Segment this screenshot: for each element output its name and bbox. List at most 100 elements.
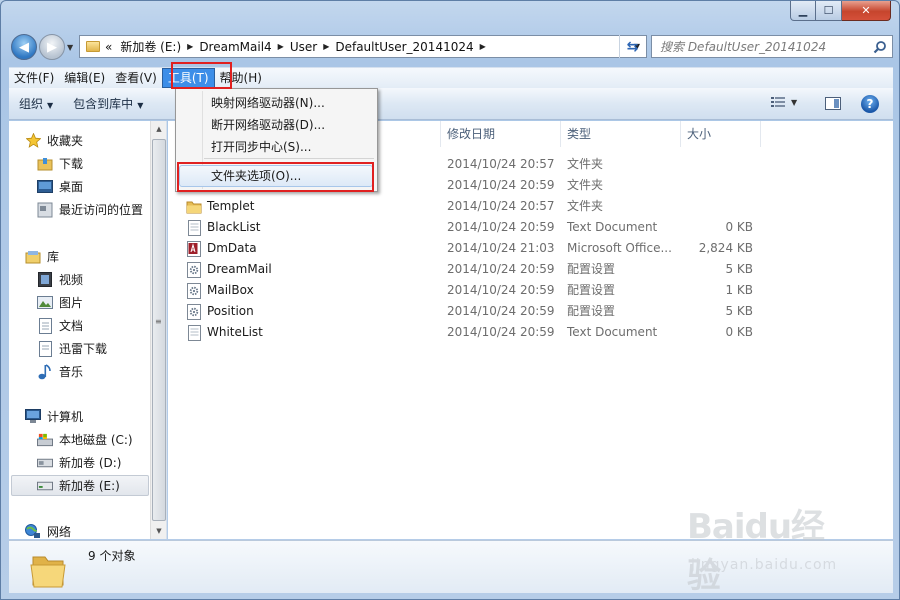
forward-button[interactable]: ▶ xyxy=(39,34,65,60)
organize-button[interactable]: 组织 ▼ xyxy=(9,95,63,112)
file-name-cell: Position xyxy=(186,301,254,322)
change-view-button[interactable]: ▼ xyxy=(771,96,797,108)
back-button[interactable]: ◀ xyxy=(11,34,37,60)
nav-item-label: 本地磁盘 (C:) xyxy=(59,433,133,447)
file-type: 配置设置 xyxy=(567,304,616,318)
nav-item-videos[interactable]: 视频 xyxy=(37,269,166,290)
menu-item-map-network-drive[interactable]: 映射网络驱动器(N)... xyxy=(211,93,325,113)
nav-item-recent-places[interactable]: 最近访问的位置 xyxy=(37,199,166,220)
breadcrumb-separator-icon[interactable]: ▶ xyxy=(480,42,486,51)
refresh-button[interactable]: ⇆ xyxy=(619,35,645,58)
file-size: 2,824 KB xyxy=(698,241,753,255)
help-button[interactable]: ? xyxy=(861,95,879,113)
file-modified-date: 2014/10/24 20:59 xyxy=(447,325,555,339)
file-size: 0 KB xyxy=(725,220,753,234)
scrollbar-thumb[interactable] xyxy=(152,139,166,521)
menu-edit[interactable]: 编辑(E) xyxy=(59,68,110,88)
nav-network-label: 网络 xyxy=(47,525,72,539)
caret-down-icon: ▼ xyxy=(791,97,798,107)
nav-item-label: 迅雷下载 xyxy=(59,342,108,356)
file-type: Text Document xyxy=(567,220,658,234)
nav-item-desktop[interactable]: 桌面 xyxy=(37,176,166,197)
breadcrumb-separator-icon[interactable]: ▶ xyxy=(278,42,284,51)
maximize-button[interactable]: ☐ xyxy=(816,1,842,21)
file-size: 5 KB xyxy=(725,262,753,276)
breadcrumb-defaultuser[interactable]: DefaultUser_20141024 xyxy=(335,40,473,54)
nav-item-thunder-downloads[interactable]: 迅雷下载 xyxy=(37,338,166,359)
file-row[interactable]: Templet 2014/10/24 20:57 文件夹 xyxy=(168,196,893,217)
column-header-spacer xyxy=(760,121,893,147)
nav-item-drive-c[interactable]: 本地磁盘 (C:) xyxy=(37,429,166,450)
recent-pages-dropdown[interactable]: ▼ xyxy=(67,43,73,52)
file-name-cell: BlackList xyxy=(186,217,260,238)
document-library-icon xyxy=(37,317,53,334)
navigation-scrollbar[interactable]: ▲ ≡ ▼ xyxy=(150,121,166,539)
file-name: DmData xyxy=(207,241,257,255)
nav-item-documents[interactable]: 文档 xyxy=(37,315,166,336)
file-size: 0 KB xyxy=(725,325,753,339)
item-count: 9 个对象 xyxy=(88,549,136,563)
scroll-up-arrow-icon[interactable]: ▲ xyxy=(151,121,166,137)
file-row[interactable]: DreamMail 2014/10/24 20:59 配置设置 5 KB xyxy=(168,259,893,280)
search-icon[interactable] xyxy=(868,40,892,54)
command-bar: 组织 ▼ 包含到库中 ▼ ▼ ? xyxy=(9,88,893,120)
nav-favorites[interactable]: 收藏夹 xyxy=(25,130,165,151)
file-name: DreamMail xyxy=(207,262,272,276)
file-name: MailBox xyxy=(207,283,254,297)
address-bar[interactable]: « 新加卷 (E:) ▶ DreamMail4 ▶ User ▶ Default… xyxy=(79,35,647,58)
file-row[interactable]: DmData 2014/10/24 21:03 Microsoft Office..… xyxy=(168,238,893,259)
file-row[interactable]: WhiteList 2014/10/24 20:59 Text Document 0 … xyxy=(168,322,893,343)
details-view-icon xyxy=(771,97,785,107)
nav-network[interactable]: 网络 xyxy=(25,521,165,539)
breadcrumb-separator-icon[interactable]: ▶ xyxy=(187,42,193,51)
file-row[interactable]: Position 2014/10/24 20:59 配置设置 5 KB xyxy=(168,301,893,322)
file-name: Position xyxy=(207,304,254,318)
downloads-folder-icon xyxy=(37,156,53,172)
access-db-icon xyxy=(186,240,202,257)
document-library-icon xyxy=(37,340,53,357)
folder-icon xyxy=(186,199,202,215)
search-box[interactable]: 搜索 DefaultUser_20141024 xyxy=(651,35,893,58)
column-header-type[interactable]: 类型 xyxy=(560,121,680,147)
menu-view[interactable]: 查看(V) xyxy=(110,68,162,88)
minimize-button[interactable]: ▁ xyxy=(790,1,816,21)
preview-pane-button[interactable] xyxy=(825,97,841,110)
nav-item-music[interactable]: 音乐 xyxy=(37,361,166,382)
file-modified-date: 2014/10/24 20:59 xyxy=(447,220,555,234)
nav-computer[interactable]: 计算机 xyxy=(25,406,165,427)
address-overflow[interactable]: « xyxy=(105,40,112,54)
menu-item-disconnect-network-drive[interactable]: 断开网络驱动器(D)... xyxy=(211,115,325,135)
file-row[interactable]: BlackList 2014/10/24 20:59 Text Document 0 … xyxy=(168,217,893,238)
nav-item-drive-d[interactable]: 新加卷 (D:) xyxy=(37,452,166,473)
library-icon xyxy=(25,249,41,265)
file-modified-date: 2014/10/24 20:59 xyxy=(447,178,555,192)
menu-item-open-sync-center[interactable]: 打开同步中心(S)... xyxy=(211,137,311,157)
computer-icon xyxy=(25,409,41,425)
file-modified-date: 2014/10/24 21:03 xyxy=(447,241,555,255)
breadcrumb-drive-e[interactable]: 新加卷 (E:) xyxy=(120,38,181,55)
menu-file[interactable]: 文件(F) xyxy=(9,68,59,88)
navigation-row: ◀ ▶ ▼ « 新加卷 (E:) ▶ DreamMail4 ▶ User ▶ D… xyxy=(9,32,893,62)
network-icon xyxy=(25,524,41,540)
breadcrumb-dreammail4[interactable]: DreamMail4 xyxy=(199,40,271,54)
breadcrumb-separator-icon[interactable]: ▶ xyxy=(323,42,329,51)
nav-item-drive-e[interactable]: 新加卷 (E:) xyxy=(11,475,149,496)
include-in-library-button[interactable]: 包含到库中 ▼ xyxy=(63,95,153,112)
column-header-date[interactable]: 修改日期 xyxy=(440,121,560,147)
nav-item-label: 新加卷 (E:) xyxy=(59,479,120,493)
file-row[interactable]: MailBox 2014/10/24 20:59 配置设置 1 KB xyxy=(168,280,893,301)
file-type: 文件夹 xyxy=(567,157,604,171)
watermark-url: jingyan.baidu.com xyxy=(691,557,838,573)
nav-libraries[interactable]: 库 xyxy=(25,246,165,267)
search-input[interactable]: 搜索 DefaultUser_20141024 xyxy=(652,38,868,55)
column-header-size[interactable]: 大小 xyxy=(680,121,760,147)
arrow-right-icon: ▶ xyxy=(47,39,57,55)
breadcrumb-user[interactable]: User xyxy=(290,40,317,54)
nav-item-pictures[interactable]: 图片 xyxy=(37,292,166,313)
scroll-down-arrow-icon[interactable]: ▼ xyxy=(151,523,166,539)
nav-item-label: 文档 xyxy=(59,319,84,333)
file-type: 配置设置 xyxy=(567,262,616,276)
desktop-icon xyxy=(37,179,53,195)
close-button[interactable]: ✕ xyxy=(842,1,891,21)
nav-item-downloads[interactable]: 下载 xyxy=(37,153,166,174)
